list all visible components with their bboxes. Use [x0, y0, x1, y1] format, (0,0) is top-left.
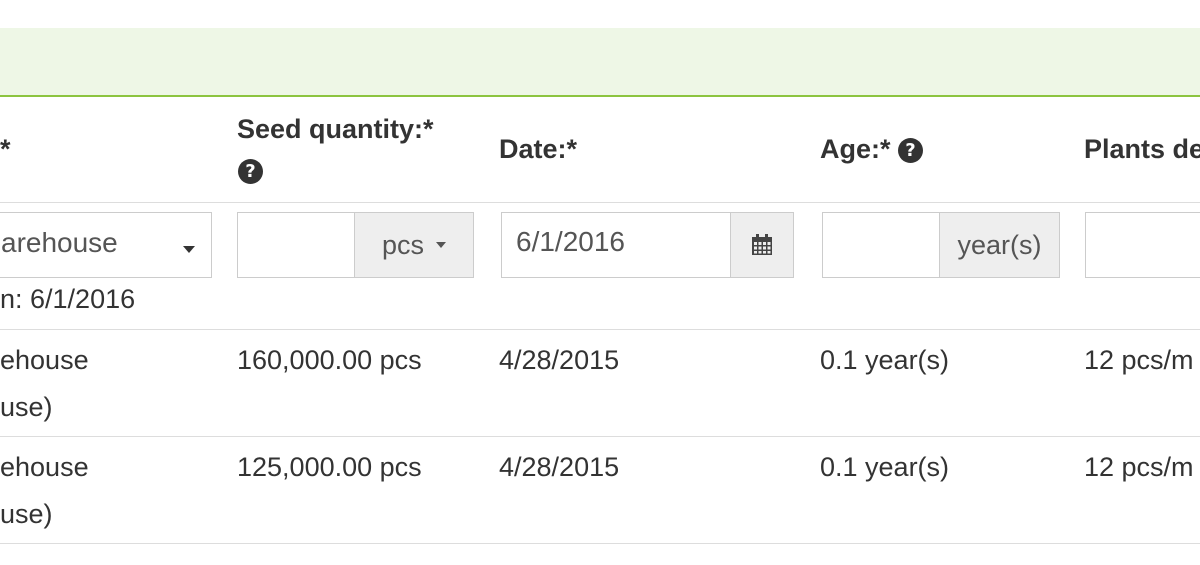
row-date: 4/28/2015 [499, 345, 620, 375]
column-header-date: Date:* [499, 134, 578, 164]
header-divider [0, 202, 1200, 203]
date-picker-button[interactable] [730, 212, 794, 278]
column-header-seed-quantity-label: Seed quantity:* [237, 114, 434, 144]
row-storage-line2: use) [0, 499, 53, 529]
quantity-unit-label: pcs [381, 229, 425, 260]
column-header-storage: * [0, 134, 11, 164]
date-input-value: 6/1/2016 [516, 226, 625, 257]
storage-select-value: arehouse [1, 227, 118, 258]
row-storage-line1: ehouse [0, 345, 89, 375]
storage-select[interactable]: arehouse [0, 212, 212, 278]
plants-input[interactable] [1085, 212, 1200, 278]
column-header-age: Age:* ? [820, 134, 924, 165]
row-divider [0, 436, 1200, 437]
question-circle-icon[interactable]: ? [238, 159, 263, 184]
calendar-icon [752, 234, 772, 255]
section-header-band [0, 28, 1200, 97]
form-row-divider [0, 329, 1200, 330]
row-storage-line2: use) [0, 392, 53, 422]
row-storage-line1: ehouse [0, 452, 89, 482]
row-plants: 12 pcs/m [1084, 345, 1194, 375]
row-age: 0.1 year(s) [820, 345, 950, 375]
caret-down-icon [183, 241, 195, 259]
seed-form-page: * Seed quantity:* ? Date:* Age:* ? Plant… [0, 0, 1200, 565]
age-unit-addon: year(s) [939, 212, 1060, 278]
row-divider [0, 543, 1200, 544]
quantity-unit-select[interactable]: pcs [354, 212, 474, 278]
age-unit-label: year(s) [957, 229, 1042, 260]
row-quantity: 125,000.00 pcs [237, 452, 422, 482]
column-header-plants: Plants de [1084, 134, 1200, 164]
age-input[interactable] [822, 212, 940, 278]
row-quantity: 160,000.00 pcs [237, 345, 422, 375]
storage-note: n: 6/1/2016 [0, 284, 136, 314]
question-circle-icon[interactable]: ? [898, 138, 924, 164]
row-date: 4/28/2015 [499, 452, 620, 482]
column-header-seed-quantity: Seed quantity:* [237, 114, 434, 145]
quantity-input[interactable] [237, 212, 355, 278]
row-plants: 12 pcs/m [1084, 452, 1194, 482]
caret-down-icon [436, 242, 447, 248]
date-input[interactable]: 6/1/2016 [501, 212, 731, 278]
column-header-age-label: Age:* [820, 134, 891, 164]
row-age: 0.1 year(s) [820, 452, 950, 482]
